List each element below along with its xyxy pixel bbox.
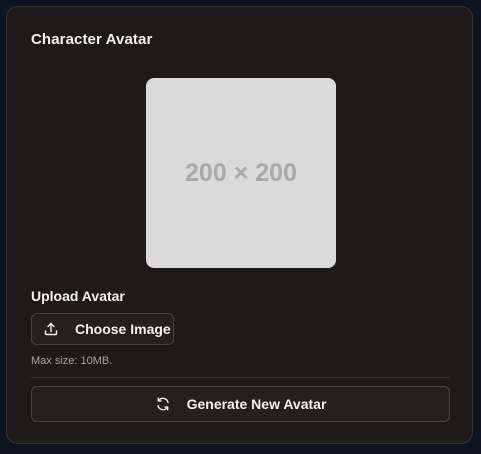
card-title: Character Avatar	[31, 31, 153, 48]
max-size-hint: Max size: 10MB.	[31, 355, 113, 367]
character-avatar-card: Character Avatar 200 × 200 Upload Avatar…	[6, 6, 473, 444]
generate-new-avatar-label: Generate New Avatar	[186, 396, 327, 412]
choose-image-button[interactable]: Choose Image	[31, 313, 174, 345]
generate-new-avatar-button[interactable]: Generate New Avatar	[31, 386, 450, 422]
refresh-icon	[155, 396, 171, 412]
divider	[31, 377, 450, 378]
upload-avatar-label: Upload Avatar	[31, 288, 125, 304]
avatar-placeholder-text: 200 × 200	[185, 158, 297, 187]
upload-icon	[43, 321, 59, 337]
avatar-preview: 200 × 200	[146, 78, 336, 268]
choose-image-label: Choose Image	[75, 321, 171, 337]
